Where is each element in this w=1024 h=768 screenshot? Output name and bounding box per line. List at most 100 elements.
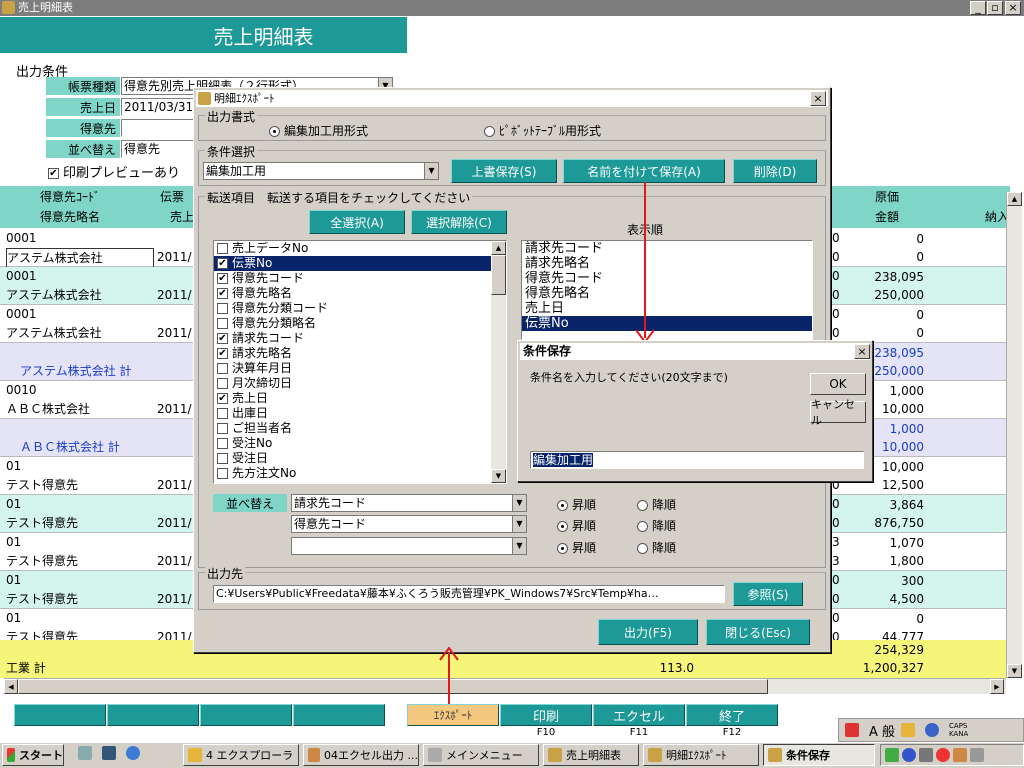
sort-input[interactable]: 得意先	[121, 140, 196, 158]
select-all-button[interactable]: 全選択(A)	[309, 210, 405, 234]
function-key-5[interactable]: ｴｸｽﾎﾟｰﾄ	[407, 704, 499, 726]
cancel-button[interactable]: キャンセル	[810, 398, 866, 427]
condition-select[interactable]: 編集加工用 ▼	[203, 162, 439, 180]
function-key-3[interactable]	[200, 704, 292, 726]
maximize-button[interactable]: ▫	[987, 1, 1003, 15]
list-item[interactable]: ✔ 得意先コード	[214, 271, 506, 286]
function-key-8[interactable]: 終了	[686, 704, 778, 726]
list-item[interactable]: 月次締切日	[214, 376, 506, 391]
checked-box-icon[interactable]: ✔	[217, 258, 228, 269]
tray-icon-1[interactable]	[885, 748, 899, 762]
function-key-6[interactable]: 印刷	[500, 704, 592, 726]
sort1-desc-radio[interactable]: 降順	[637, 496, 676, 513]
unchecked-box-icon[interactable]	[217, 303, 228, 314]
customer-input[interactable]	[121, 119, 196, 137]
ie-icon[interactable]	[126, 746, 140, 760]
tray-icon-4[interactable]	[936, 748, 950, 762]
scroll-right-icon[interactable]: ▶	[990, 679, 1004, 694]
list-item[interactable]: 得意先分類略名	[214, 316, 506, 331]
chevron-down-icon[interactable]: ▼	[512, 516, 526, 532]
format-pivot-radio[interactable]: ﾋﾟﾎﾞｯﾄﾃｰﾌﾞﾙ用形式	[484, 122, 601, 139]
unchecked-box-icon[interactable]	[217, 408, 228, 419]
order-list-item[interactable]: 売上日	[522, 301, 812, 316]
unchecked-box-icon[interactable]	[217, 423, 228, 434]
sort3-desc-radio[interactable]: 降順	[637, 539, 676, 556]
display-order-list[interactable]: 請求先コード 請求先略名 得意先コード 得意先略名 売上日 伝票No	[521, 240, 813, 340]
ime-mode[interactable]: A 般	[869, 721, 895, 740]
scroll-left-icon[interactable]: ◀	[4, 679, 18, 694]
tray-icon-2[interactable]	[902, 748, 916, 762]
order-list-item[interactable]: 請求先略名	[522, 256, 812, 271]
vertical-scrollbar[interactable]: ▲ ▼	[1006, 192, 1022, 678]
list-item[interactable]: ✔ 請求先コード	[214, 331, 506, 346]
save-as-button[interactable]: 名前を付けて保存(A)	[563, 159, 725, 183]
start-button[interactable]: スタート	[2, 744, 64, 766]
checked-box-icon[interactable]: ✔	[217, 288, 228, 299]
preview-checkbox[interactable]: ✔ 印刷プレビューあり	[48, 162, 180, 181]
list-scroll-up-icon[interactable]: ▲	[491, 241, 506, 255]
chevron-down-icon[interactable]: ▼	[424, 163, 438, 179]
sort2-desc-radio[interactable]: 降順	[637, 517, 676, 534]
list-item[interactable]: ✔ 売上日	[214, 391, 506, 406]
tool-icon[interactable]	[925, 723, 940, 737]
list-scroll-down-icon[interactable]: ▼	[491, 469, 506, 483]
close-button[interactable]: ×	[1005, 1, 1021, 15]
order-list-item[interactable]: 請求先コード	[522, 241, 812, 256]
unchecked-box-icon[interactable]	[217, 318, 228, 329]
taskbar-item[interactable]: 条件保存	[763, 744, 875, 766]
list-item[interactable]: 売上データNo	[214, 241, 506, 256]
function-key-4[interactable]	[293, 704, 385, 726]
unchecked-box-icon[interactable]	[217, 453, 228, 464]
minimize-button[interactable]: _	[970, 1, 986, 15]
ime-icon[interactable]	[845, 723, 859, 737]
export-close-button[interactable]: ×	[810, 91, 826, 106]
tray-icon-3[interactable]	[919, 748, 933, 762]
unchecked-box-icon[interactable]	[217, 363, 228, 374]
checked-box-icon[interactable]: ✔	[217, 273, 228, 284]
taskbar-item[interactable]: 売上明細表	[543, 744, 639, 766]
list-item[interactable]: ✔ 伝票No	[214, 256, 506, 271]
list-item[interactable]: ✔ 得意先略名	[214, 286, 506, 301]
media-icon[interactable]	[102, 746, 116, 760]
function-key-1[interactable]	[14, 704, 106, 726]
output-path-input[interactable]: C:¥Users¥Public¥Freedata¥藤本¥ふくろう販売管理¥PK_…	[213, 585, 725, 603]
deselect-all-button[interactable]: 選択解除(C)	[411, 210, 507, 234]
scroll-up-icon[interactable]: ▲	[1007, 192, 1022, 206]
item-list-scrollbar[interactable]: ▲ ▼	[491, 241, 506, 483]
format-edit-radio[interactable]: 編集加工用形式	[269, 122, 368, 139]
output-button[interactable]: 出力(F5)	[598, 619, 698, 645]
unchecked-box-icon[interactable]	[217, 468, 228, 479]
sort2-select[interactable]: 得意先コード ▼	[291, 515, 527, 533]
list-item[interactable]: ✔ 請求先略名	[214, 346, 506, 361]
overwrite-save-button[interactable]: 上書保存(S)	[451, 159, 557, 183]
desktop-icon[interactable]	[78, 746, 92, 760]
tray-icon-5[interactable]	[953, 748, 967, 762]
close-dialog-button[interactable]: 閉じる(Esc)	[706, 619, 810, 645]
chevron-down-icon[interactable]: ▼	[512, 538, 526, 554]
scroll-thumb[interactable]	[18, 679, 768, 694]
volume-icon[interactable]	[970, 748, 984, 762]
function-key-7[interactable]: エクセル	[593, 704, 685, 726]
taskbar-item[interactable]: 4 エクスプローラ	[183, 744, 299, 766]
horizontal-scrollbar[interactable]: ◀ ▶	[4, 678, 1006, 694]
list-item[interactable]: 出庫日	[214, 406, 506, 421]
checked-box-icon[interactable]: ✔	[217, 333, 228, 344]
list-item[interactable]: 受注No	[214, 436, 506, 451]
dictionary-icon[interactable]	[901, 723, 916, 737]
list-scroll-thumb[interactable]	[491, 255, 506, 295]
taskbar-item[interactable]: 04エクセル出力 ...	[303, 744, 419, 766]
order-list-item[interactable]: 得意先略名	[522, 286, 812, 301]
sort3-select[interactable]: ▼	[291, 537, 527, 555]
delete-button[interactable]: 削除(D)	[733, 159, 817, 183]
unchecked-box-icon[interactable]	[217, 243, 228, 254]
taskbar-item[interactable]: メインメニュー	[423, 744, 539, 766]
sort2-asc-radio[interactable]: 昇順	[557, 517, 596, 534]
ok-button[interactable]: OK	[810, 373, 866, 395]
chevron-down-icon[interactable]: ▼	[512, 495, 526, 511]
checked-box-icon[interactable]: ✔	[217, 348, 228, 359]
list-item[interactable]: 決算年月日	[214, 361, 506, 376]
taskbar-item[interactable]: 明細ｴｸｽﾎﾟｰﾄ	[643, 744, 759, 766]
sort1-select[interactable]: 請求先コード ▼	[291, 494, 527, 512]
list-item[interactable]: 受注日	[214, 451, 506, 466]
sort3-asc-radio[interactable]: 昇順	[557, 539, 596, 556]
